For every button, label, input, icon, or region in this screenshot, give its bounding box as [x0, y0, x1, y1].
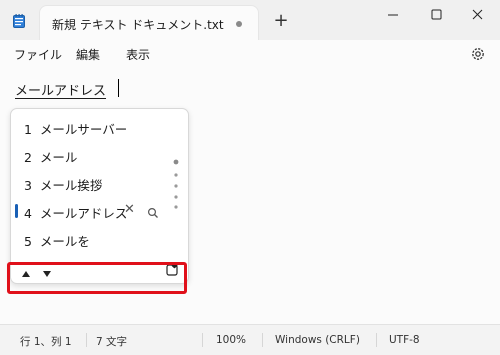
- annotation-highlight-box: [7, 262, 187, 294]
- status-divider: [202, 333, 203, 347]
- notepad-icon: [13, 13, 25, 28]
- candidate-number: 1: [24, 122, 32, 137]
- status-char-count: 7 文字: [96, 336, 128, 348]
- menu-edit[interactable]: 編集: [76, 46, 100, 63]
- maximize-icon: [431, 9, 442, 20]
- candidate-text: メールサーバー: [39, 122, 128, 137]
- status-encoding[interactable]: UTF-8: [389, 334, 420, 346]
- status-divider: [86, 333, 87, 347]
- candidate-text: メール: [39, 150, 78, 165]
- gear-icon[interactable]: [470, 46, 486, 62]
- candidate-text: メールを: [39, 234, 90, 249]
- maximize-button[interactable]: [421, 6, 451, 28]
- candidate-number: 5: [24, 234, 32, 249]
- tab-title: 新規 テキスト ドキュメント.txt: [52, 18, 224, 32]
- text-caret: [118, 79, 119, 97]
- status-divider: [262, 333, 263, 347]
- menu-bar: ファイル 編集 表示: [0, 40, 500, 68]
- ime-candidate-window: 1 メールサーバー 2 メール 3 メール挨拶 4 メールアドレス ✕ 5 メー…: [10, 108, 189, 284]
- editor-area[interactable]: メールアドレス 1 メールサーバー 2 メール 3 メール挨拶 4 メールアドレ…: [0, 68, 500, 324]
- status-bar: 行 1、列 1 7 文字 100% Windows (CRLF) UTF-8: [0, 324, 500, 355]
- status-cursor-position: 行 1、列 1: [20, 336, 72, 348]
- candidate-item[interactable]: 5 メールを: [11, 225, 188, 253]
- selection-indicator: [15, 204, 18, 218]
- status-line-ending[interactable]: Windows (CRLF): [275, 334, 360, 346]
- close-icon: [472, 9, 483, 20]
- new-tab-button[interactable]: +: [272, 12, 290, 30]
- candidate-item[interactable]: 3 メール挨拶: [11, 169, 188, 197]
- candidate-number: 4: [24, 206, 32, 221]
- candidate-item[interactable]: 1 メールサーバー: [11, 113, 188, 141]
- search-icon[interactable]: [147, 204, 159, 218]
- status-divider: [376, 333, 377, 347]
- menu-view[interactable]: 表示: [126, 46, 150, 63]
- title-bar: 新規 テキスト ドキュメント.txt +: [0, 0, 500, 40]
- close-button[interactable]: [463, 6, 493, 28]
- document-tab[interactable]: 新規 テキスト ドキュメント.txt: [40, 6, 258, 40]
- candidate-number: 3: [24, 178, 32, 193]
- candidate-number: 2: [24, 150, 32, 165]
- menu-file[interactable]: ファイル: [14, 46, 62, 63]
- status-zoom[interactable]: 100%: [216, 334, 246, 346]
- candidate-item-selected[interactable]: 4 メールアドレス ✕: [11, 197, 188, 225]
- candidate-item[interactable]: 2 メール: [11, 141, 188, 169]
- candidate-scroll-indicator: [173, 159, 179, 219]
- minimize-icon: [388, 14, 398, 16]
- candidate-text: メール挨拶: [39, 178, 103, 193]
- minimize-button[interactable]: [378, 6, 408, 28]
- ime-composition-text: メールアドレス: [15, 84, 107, 99]
- unsaved-dot-icon[interactable]: [236, 21, 242, 27]
- candidate-text: メールアドレス: [39, 206, 128, 221]
- remove-icon[interactable]: ✕: [124, 202, 135, 217]
